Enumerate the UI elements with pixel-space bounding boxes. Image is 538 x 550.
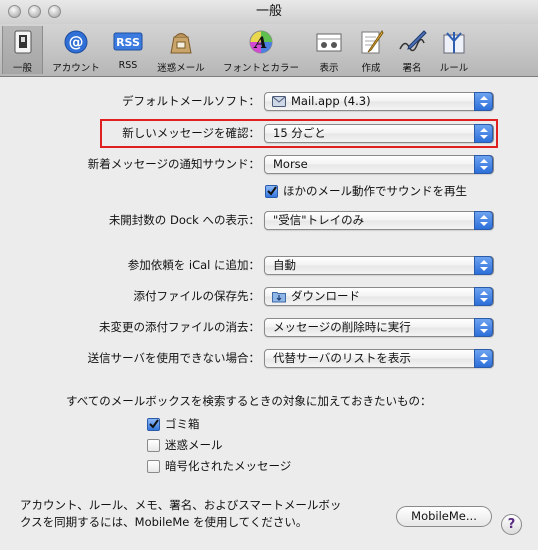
downloads-folder-popup[interactable]: ダウンロード [264,287,494,306]
toolbar-fonts-colors[interactable]: A フォントとカラー [215,26,307,74]
downloads-folder-icon [272,292,286,303]
downloads-folder-label: 添付ファイルの保存先： [133,289,261,303]
toolbar-composing[interactable]: 作成 [352,26,390,74]
rules-icon [443,32,465,54]
popup-arrows-icon [474,256,493,275]
ical-invites-popup[interactable]: 自動 [264,256,494,275]
toolbar-label-signatures: 署名 [402,63,422,74]
zoom-window-button[interactable] [48,5,61,18]
search-encrypted-label: 暗号化されたメッセージ [165,459,292,473]
outgoing-unavailable-label: 送信サーバを使用できない場合： [87,351,260,365]
new-sound-popup[interactable]: Morse [264,155,494,174]
mobileme-text-line2: クスを同期するには、MobileMe を使用してください。 [20,515,308,529]
toolbar-accounts[interactable]: @ アカウント [45,26,107,74]
toolbar-label-accounts: アカウント [52,63,100,74]
popup-arrows-icon [474,92,493,111]
outgoing-unavailable-value: 代替サーバのリストを表示 [273,351,411,365]
popup-arrows-icon [474,318,493,337]
play-sounds-checkbox[interactable] [265,185,278,198]
check-new-value: 15 分ごと [273,126,326,140]
svg-text:@: @ [69,33,84,51]
remove-attachments-popup[interactable]: メッセージの削除時に実行 [264,318,494,337]
mobileme-button[interactable]: MobileMe... [396,506,492,527]
dock-unread-label: 未開封数の Dock への表示： [108,213,260,227]
search-trash-label: ゴミ箱 [165,417,200,431]
close-window-button[interactable] [8,5,21,18]
window-title: 一般 [255,4,282,19]
checkmark-icon [149,419,159,429]
checkmark-icon [267,186,277,196]
toolbar-rss[interactable]: RSS RSS [110,26,146,74]
play-sounds-label: ほかのメール動作でサウンドを再生 [283,184,467,198]
search-junk-checkbox[interactable] [147,439,160,452]
dock-unread-popup[interactable]: "受信"トレイのみ [264,211,494,230]
svg-text:RSS: RSS [116,36,140,49]
popup-arrows-icon [474,211,493,230]
signature-icon [399,30,427,52]
at-sign-icon: @ [64,30,88,54]
toolbar-label-general: 一般 [12,63,32,74]
toolbar-general[interactable]: 一般 [2,26,43,74]
popup-arrows-icon [474,124,493,143]
default-email-popup[interactable]: Mail.app (4.3) [264,92,494,111]
toolbar-signatures[interactable]: 署名 [393,26,431,74]
toolbar-label-rules: ルール [439,63,469,74]
general-switch-icon [14,30,31,54]
font-color-icon: A [249,30,273,54]
preferences-window: 一般 一般 @ アカウント RSS RSS 迷惑メール A フォントとカラー 表… [0,0,538,550]
minimize-window-button[interactable] [28,5,41,18]
dock-unread-value: "受信"トレイのみ [273,213,365,227]
help-button[interactable]: ? [501,514,522,535]
toolbar-label-rss: RSS [118,60,138,71]
toolbar-rules[interactable]: ルール [434,26,474,74]
help-question-icon: ? [507,517,516,532]
preferences-toolbar: 一般 @ アカウント RSS RSS 迷惑メール A フォントとカラー 表示 作… [0,24,538,77]
remove-attachments-label: 未変更の添付ファイルの消去： [99,320,260,334]
ical-invites-value: 自動 [273,258,296,272]
default-email-label: デフォルトメールソフト： [122,94,260,108]
viewing-icon [316,33,342,52]
rss-icon: RSS [113,32,143,51]
new-sound-label: 新着メッセージの通知サウンド： [87,157,260,171]
toolbar-label-fonts-colors: フォントとカラー [222,63,299,74]
general-preferences-pane: デフォルトメールソフト： Mail.app (4.3) 新しいメッセージを確認：… [0,77,538,550]
default-email-value: Mail.app (4.3) [291,94,371,108]
toolbar-label-junk-mail: 迷惑メール [157,63,205,74]
toolbar-viewing[interactable]: 表示 [310,26,348,74]
junk-mail-bag-icon [170,33,192,54]
search-trash-checkbox[interactable] [147,418,160,431]
title-bar: 一般 [0,0,538,24]
ical-invites-label: 参加依頼を iCal に追加： [127,258,260,272]
mobileme-text-line1: アカウント、ルール、メモ、署名、およびスマートメールボッ [20,498,342,512]
toolbar-label-viewing: 表示 [319,63,339,74]
search-heading: すべてのメールボックスを検索するときの対象に加えておきたいもの： [66,394,432,408]
outgoing-unavailable-popup[interactable]: 代替サーバのリストを表示 [264,349,494,368]
search-junk-label: 迷惑メール [165,438,223,452]
popup-arrows-icon [474,155,493,174]
remove-attachments-value: メッセージの削除時に実行 [273,320,411,334]
check-new-popup[interactable]: 15 分ごと [264,124,494,143]
downloads-folder-value: ダウンロード [291,289,360,303]
toolbar-label-composing: 作成 [361,63,381,74]
mail-app-icon [272,96,286,107]
svg-text:A: A [253,33,267,52]
composing-icon [361,30,384,54]
new-sound-value: Morse [273,157,308,171]
check-new-label: 新しいメッセージを確認： [122,126,260,140]
popup-arrows-icon [474,287,493,306]
toolbar-junk-mail[interactable]: 迷惑メール [150,26,212,74]
search-encrypted-checkbox[interactable] [147,460,160,473]
popup-arrows-icon [474,349,493,368]
